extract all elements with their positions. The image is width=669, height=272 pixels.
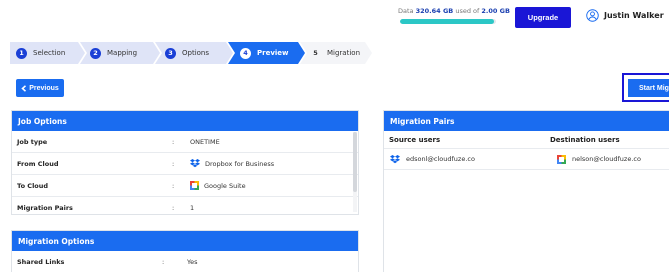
step-label: Options — [182, 49, 210, 57]
step-mapping[interactable]: 2 Mapping — [80, 42, 160, 64]
usage-progress-bar — [400, 19, 496, 24]
step-number: 4 — [240, 47, 251, 59]
step-label: Selection — [33, 49, 66, 57]
start-migration-button[interactable]: Start Migration — [628, 79, 669, 97]
to-cloud-row: To Cloud : Google Suite — [12, 175, 358, 197]
user-name: Justin Walker — [604, 11, 664, 20]
row-value: Google Suite — [204, 181, 246, 190]
data-used: 320.64 GB — [415, 7, 454, 15]
step-label: Preview — [257, 49, 289, 57]
migration-pairs-row: Migration Pairs : 1 — [12, 197, 358, 219]
migration-stepper: 1 Selection 2 Mapping 3 Options 4 Previe… — [10, 42, 372, 64]
dropbox-icon — [190, 159, 200, 168]
google-icon — [190, 181, 199, 190]
migration-pairs-title: Migration Pairs — [384, 111, 669, 131]
row-colon: : — [172, 204, 175, 212]
scrollbar-thumb[interactable] — [353, 132, 357, 192]
step-preview[interactable]: 4 Preview — [228, 42, 305, 64]
dropbox-icon — [390, 154, 400, 164]
row-colon: : — [172, 181, 175, 190]
step-number: 5 — [313, 49, 318, 57]
step-number: 2 — [90, 47, 101, 59]
row-key: Shared Links — [17, 257, 65, 266]
row-value: 1 — [190, 204, 195, 212]
destination-users-header: Destination users — [550, 135, 620, 144]
row-key: Migration Pairs — [17, 204, 73, 212]
step-label: Migration — [327, 49, 361, 57]
job-options-panel: Job Options Job type : ONETIME From Clou… — [11, 110, 359, 215]
row-colon: : — [162, 257, 165, 266]
migration-options-panel: Migration Options Shared Links : Yes — [11, 230, 359, 272]
job-type-row: Job type : ONETIME — [12, 131, 358, 153]
row-key: To Cloud — [17, 181, 49, 190]
step-number: 3 — [165, 47, 176, 59]
step-migration[interactable]: 5 Migration — [300, 42, 372, 64]
upgrade-button[interactable]: Upgrade — [515, 7, 571, 28]
destination-user: nelson@cloudfuze.co — [572, 155, 641, 163]
row-colon: : — [172, 137, 175, 146]
source-users-header: Source users — [389, 135, 441, 144]
pairs-header-row: Source users Destination users — [384, 131, 669, 149]
table-row: edsonl@cloudfuze.co nelson@cloudfuze.co — [384, 149, 669, 170]
step-selection[interactable]: 1 Selection — [10, 42, 85, 64]
migration-options-title: Migration Options — [12, 231, 358, 251]
data-prefix: Data — [398, 7, 414, 15]
scrollbar[interactable] — [353, 132, 357, 212]
data-mid: used of — [455, 7, 480, 15]
user-icon — [586, 9, 599, 22]
migration-pairs-panel: Migration Pairs Source users Destination… — [383, 110, 669, 272]
step-label: Mapping — [107, 49, 138, 57]
row-key: Job type — [17, 137, 48, 146]
data-usage-text: Data 320.64 GB used of 2.00 GB — [398, 7, 510, 15]
user-menu[interactable]: Justin Walker — [586, 9, 669, 22]
job-options-title: Job Options — [12, 111, 358, 131]
row-colon: : — [172, 159, 175, 168]
data-total: 2.00 GB — [481, 7, 510, 15]
usage-progress-fill — [400, 19, 495, 24]
chevron-left-icon — [21, 84, 27, 92]
row-value: ONETIME — [190, 137, 220, 146]
row-key: From Cloud — [17, 159, 59, 168]
row-value: Yes — [187, 257, 198, 266]
step-options[interactable]: 3 Options — [155, 42, 233, 64]
previous-button[interactable]: Previous — [16, 79, 64, 97]
row-value: Dropbox for Business — [205, 159, 275, 168]
step-number: 1 — [16, 47, 27, 59]
google-icon — [557, 154, 566, 164]
previous-label: Previous — [29, 84, 59, 92]
source-user: edsonl@cloudfuze.co — [406, 155, 475, 163]
shared-links-row: Shared Links : Yes — [12, 251, 358, 272]
from-cloud-row: From Cloud : Dropbox for Business — [12, 153, 358, 175]
